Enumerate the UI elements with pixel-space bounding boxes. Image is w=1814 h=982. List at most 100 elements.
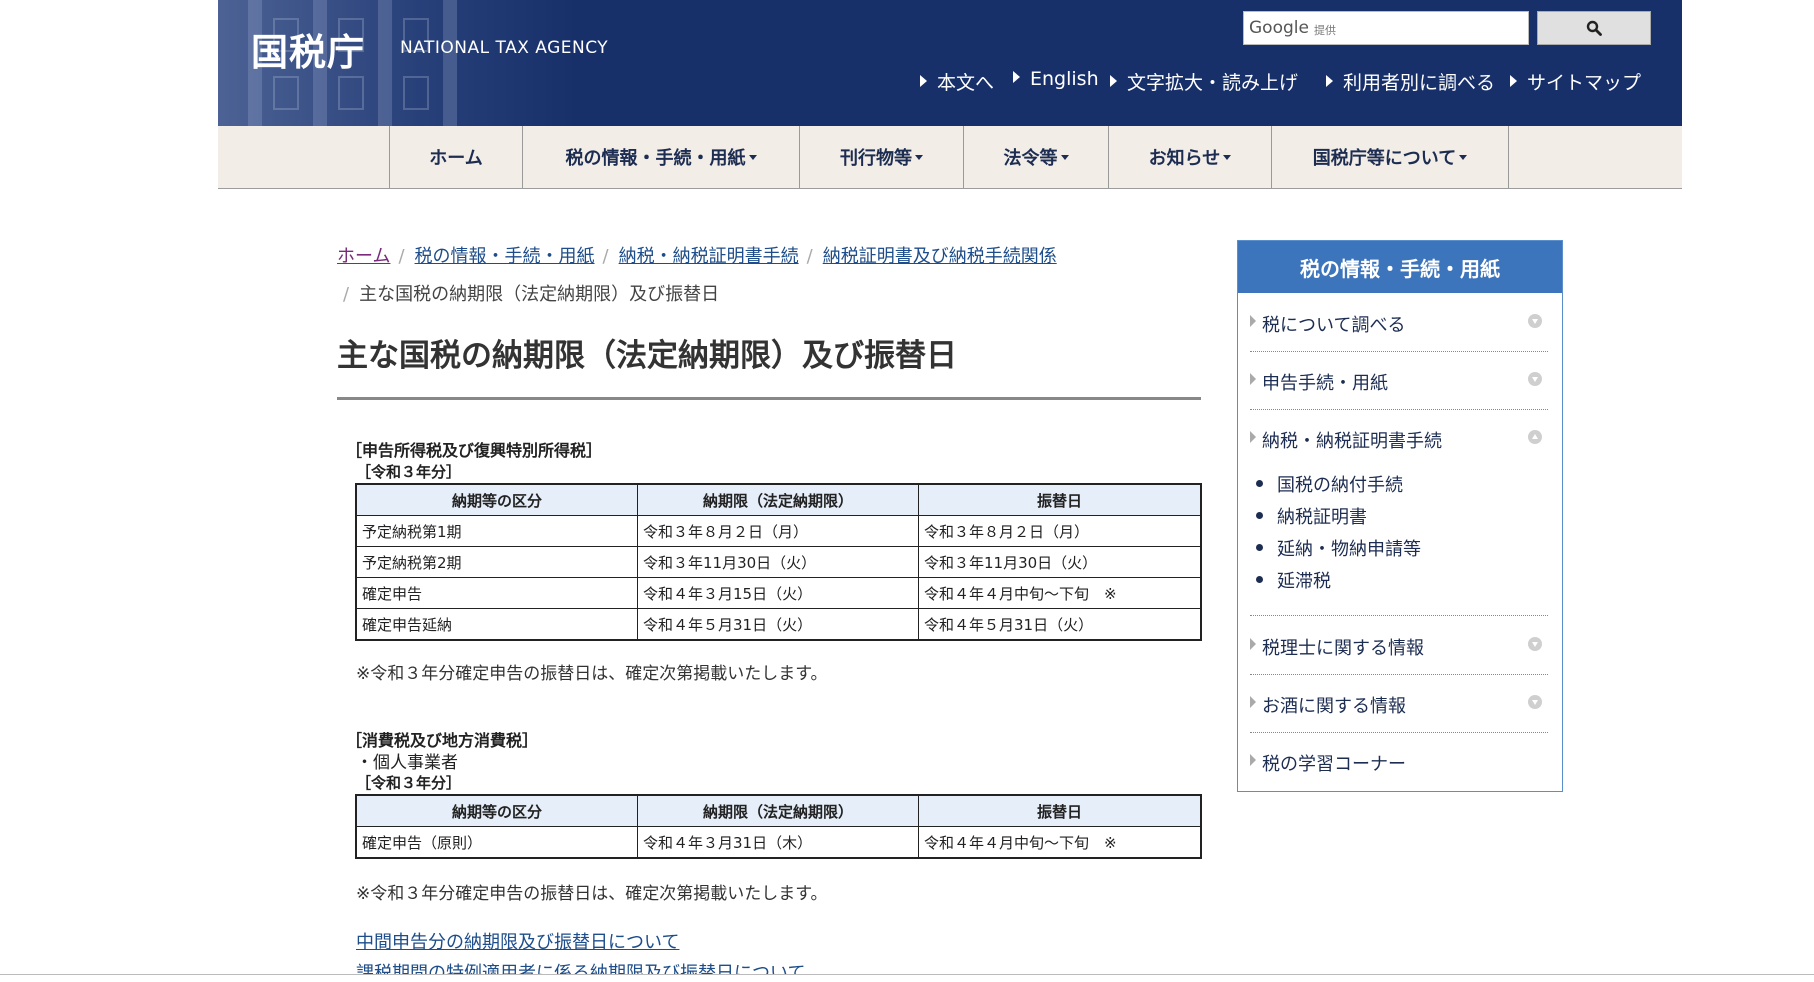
table-row: 予定納税第2期 令和３年11月30日（火） 令和３年11月30日（火） xyxy=(356,546,1201,578)
table-cell: 令和３年８月２日（月） xyxy=(637,515,919,547)
consumption-tax-table: 納期等の区分 納期限（法定納期限） 振替日 確定申告（原則） 令和４年３月31日… xyxy=(355,794,1202,859)
sidebar-item-payment-procedures[interactable]: 納税・納税証明書手続 xyxy=(1250,409,1548,467)
global-nav: ホーム 税の情報・手続・用紙 刊行物等 法令等 お知らせ 国税庁等について xyxy=(218,126,1682,189)
table-cell: 確定申告延納 xyxy=(356,608,638,640)
collapse-up-icon xyxy=(1528,430,1542,444)
triangle-right-icon xyxy=(1250,315,1256,327)
util-link-text-size-read-aloud[interactable]: 文字拡大・読み上げ xyxy=(1110,68,1298,95)
table-cell: 予定納税第1期 xyxy=(356,515,638,547)
table-header-cell: 振替日 xyxy=(918,484,1201,516)
caret-down-icon xyxy=(1223,154,1232,160)
table-cell: 令和４年４月中旬～下旬 ※ xyxy=(918,577,1201,609)
section-income-tax-year: ［令和３年分］ xyxy=(356,463,462,481)
triangle-right-icon xyxy=(1250,638,1256,650)
section-consumption-tax-sub: ・個人事業者 xyxy=(356,753,458,773)
table-cell: 予定納税第2期 xyxy=(356,546,638,578)
breadcrumb-payment-procedures[interactable]: 納税・納税証明書手続 xyxy=(619,246,799,267)
arrow-right-icon xyxy=(1013,71,1020,83)
table-header-row: 納期等の区分 納期限（法定納期限） 振替日 xyxy=(356,484,1201,516)
income-tax-note: ※令和３年分確定申告の振替日は、確定次第掲載いたします。 xyxy=(356,664,828,684)
search-icon xyxy=(1586,20,1602,36)
bullet-icon xyxy=(1256,544,1263,551)
arrow-right-icon xyxy=(1110,75,1117,87)
table-cell: 令和４年５月31日（火） xyxy=(637,608,919,640)
table-cell: 令和４年５月31日（火） xyxy=(918,608,1201,640)
sidebar-subitem-tax-certificate[interactable]: 納税証明書 xyxy=(1256,503,1367,529)
expand-down-icon xyxy=(1528,695,1542,709)
bullet-icon xyxy=(1256,480,1263,487)
table-row: 確定申告延納 令和４年５月31日（火） 令和４年５月31日（火） xyxy=(356,608,1201,640)
nav-notices[interactable]: お知らせ xyxy=(1108,126,1271,188)
arrow-right-icon xyxy=(920,75,927,87)
table-cell: 令和４年３月15日（火） xyxy=(637,577,919,609)
sidebar-subitem-deferral[interactable]: 延納・物納申請等 xyxy=(1256,535,1421,561)
nav-publications[interactable]: 刊行物等 xyxy=(799,126,963,188)
nav-home[interactable]: ホーム xyxy=(389,126,522,188)
expand-down-icon xyxy=(1528,372,1542,386)
breadcrumb: ホーム / 税の情報・手続・用紙 / 納税・納税証明書手続 / 納税証明書及び納税手続関係 /… xyxy=(337,246,1057,305)
table-cell: 令和４年４月中旬～下旬 ※ xyxy=(918,826,1201,858)
table-header-cell: 納期限（法定納期限） xyxy=(637,484,919,516)
table-header-cell: 振替日 xyxy=(918,795,1201,827)
nav-divider xyxy=(1508,126,1509,188)
sidebar-item-tax-lookup[interactable]: 税について調べる xyxy=(1250,293,1548,352)
sidebar-subitem-delinquency-tax[interactable]: 延滞税 xyxy=(1256,567,1331,593)
nav-tax-info[interactable]: 税の情報・手続・用紙 xyxy=(522,126,799,188)
site-logo-english[interactable]: NATIONAL TAX AGENCY xyxy=(400,38,608,58)
table-cell: 令和３年11月30日（火） xyxy=(918,546,1201,578)
expand-down-icon xyxy=(1528,637,1542,651)
util-link-sitemap[interactable]: サイトマップ xyxy=(1510,68,1641,95)
viewport-bottom-edge xyxy=(0,974,1814,975)
page-title: 主な国税の納期限（法定納期限）及び振替日 xyxy=(337,338,957,374)
caret-down-icon xyxy=(915,154,923,160)
breadcrumb-home[interactable]: ホーム xyxy=(337,246,390,267)
util-link-skip-to-content[interactable]: 本文へ xyxy=(920,68,994,95)
bullet-icon xyxy=(1256,512,1263,519)
sidebar-item-liquor[interactable]: お酒に関する情報 xyxy=(1250,674,1548,733)
sidebar-item-tax-accountant[interactable]: 税理士に関する情報 xyxy=(1250,616,1548,675)
breadcrumb-payment-certificate[interactable]: 納税証明書及び納税手続関係 xyxy=(823,246,1057,267)
sidebar-item-learning-corner[interactable]: 税の学習コーナー xyxy=(1250,732,1548,790)
site-header: 国税庁 NATIONAL TAX AGENCY Google 提供 本文へ En… xyxy=(218,0,1682,126)
title-divider xyxy=(337,397,1201,400)
utility-nav: 本文へ English 文字拡大・読み上げ 利用者別に調べる サイトマップ xyxy=(218,68,1644,95)
search-input[interactable] xyxy=(1344,16,1526,42)
link-interim-deadline[interactable]: 中間申告分の納期限及び振替日について xyxy=(356,928,679,954)
arrow-right-icon xyxy=(1326,75,1333,87)
table-cell: 令和３年11月30日（火） xyxy=(637,546,919,578)
caret-down-icon xyxy=(1459,154,1468,160)
table-cell: 確定申告 xyxy=(356,577,638,609)
table-row: 確定申告 令和４年３月15日（火） 令和４年４月中旬～下旬 ※ xyxy=(356,577,1201,609)
link-special-period-deadline[interactable]: 課税期間の特例適用者に係る納期限及び振替日について xyxy=(356,959,805,974)
table-cell: 令和４年３月31日（木） xyxy=(637,826,919,858)
table-cell: 令和３年８月２日（月） xyxy=(918,515,1201,547)
search-box[interactable]: Google 提供 xyxy=(1243,11,1529,45)
table-header-cell: 納期等の区分 xyxy=(356,484,638,516)
income-tax-table: 納期等の区分 納期限（法定納期限） 振替日 予定納税第1期 令和３年８月２日（月… xyxy=(355,483,1202,641)
nav-about-nta[interactable]: 国税庁等について xyxy=(1271,126,1508,188)
util-link-by-user-type[interactable]: 利用者別に調べる xyxy=(1326,68,1495,95)
caret-down-icon xyxy=(748,154,757,160)
triangle-right-icon xyxy=(1250,373,1256,385)
util-link-english[interactable]: English xyxy=(1013,68,1099,90)
breadcrumb-tax-info[interactable]: 税の情報・手続・用紙 xyxy=(415,246,595,267)
table-header-cell: 納期限（法定納期限） xyxy=(637,795,919,827)
nav-laws[interactable]: 法令等 xyxy=(963,126,1108,188)
table-row: 確定申告（原則） 令和４年３月31日（木） 令和４年４月中旬～下旬 ※ xyxy=(356,826,1201,858)
triangle-right-icon xyxy=(1250,696,1256,708)
triangle-right-icon xyxy=(1250,431,1256,443)
google-provided-label: 提供 xyxy=(1314,24,1336,37)
google-logo: Google xyxy=(1249,18,1309,38)
breadcrumb-current: 主な国税の納期限（法定納期限）及び振替日 xyxy=(359,284,720,305)
section-consumption-tax-year: ［令和３年分］ xyxy=(356,774,462,792)
caret-down-icon xyxy=(1060,154,1069,160)
sidebar-item-filing-forms[interactable]: 申告手続・用紙 xyxy=(1250,351,1548,410)
sidebar-subitem-payment-methods[interactable]: 国税の納付手続 xyxy=(1256,471,1403,497)
triangle-right-icon xyxy=(1250,754,1256,766)
bullet-icon xyxy=(1256,576,1263,583)
consumption-tax-note: ※令和３年分確定申告の振替日は、確定次第掲載いたします。 xyxy=(356,884,828,904)
search-button[interactable] xyxy=(1537,11,1651,45)
table-header-row: 納期等の区分 納期限（法定納期限） 振替日 xyxy=(356,795,1201,827)
expand-down-icon xyxy=(1528,314,1542,328)
table-header-cell: 納期等の区分 xyxy=(356,795,638,827)
